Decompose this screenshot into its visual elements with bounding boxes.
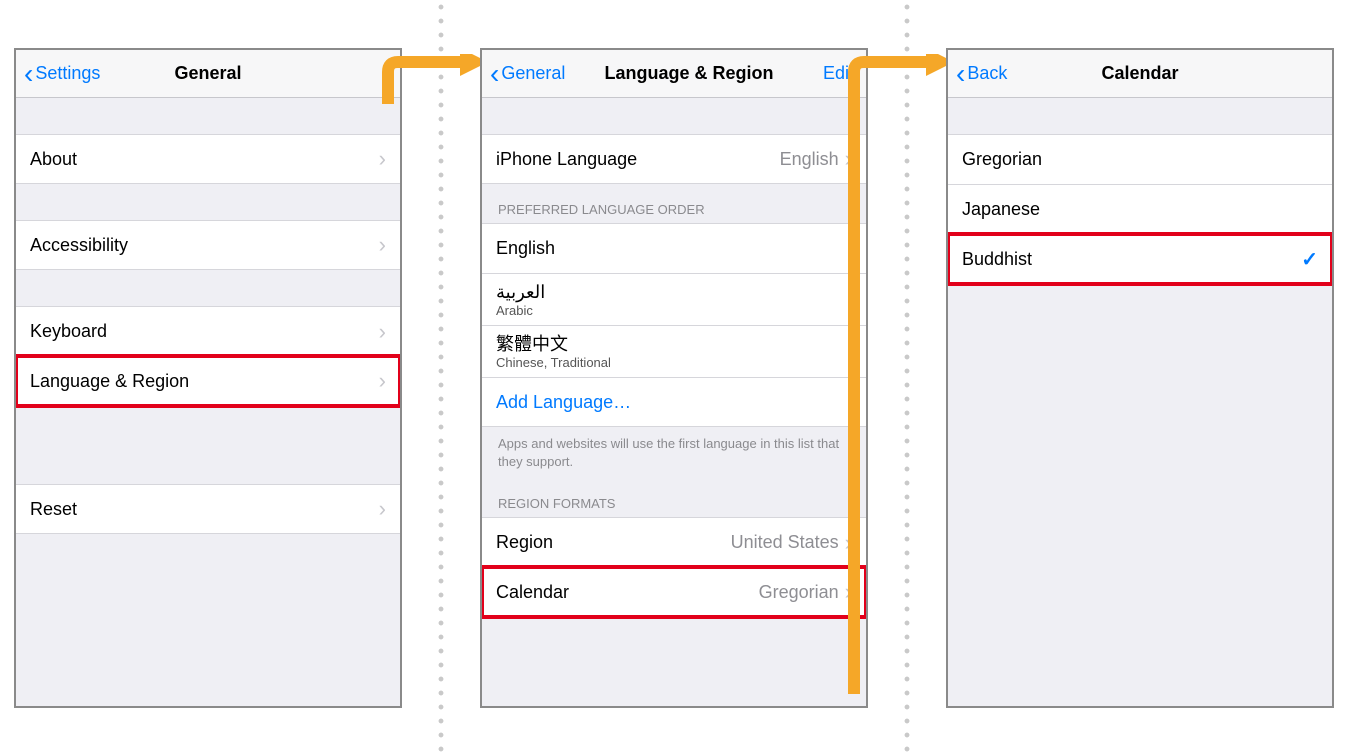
row-label: Language & Region <box>30 371 379 392</box>
row-label: iPhone Language <box>496 149 780 170</box>
row-label: English <box>496 238 852 259</box>
row-keyboard[interactable]: Keyboard › <box>16 306 400 356</box>
back-button[interactable]: ‹ Settings <box>24 60 100 88</box>
spacer <box>16 270 400 306</box>
row-option-buddhist[interactable]: Buddhist ✓ <box>948 234 1332 284</box>
divider-dots <box>438 0 444 756</box>
chevron-left-icon: ‹ <box>490 60 499 88</box>
row-about[interactable]: About › <box>16 134 400 184</box>
chevron-right-icon: › <box>379 146 386 172</box>
lang-native: 繁體中文 <box>496 334 568 356</box>
chevron-right-icon: › <box>379 496 386 522</box>
back-label: General <box>501 63 565 84</box>
lang-native: العربية <box>496 282 545 304</box>
row-language-region[interactable]: Language & Region › <box>16 356 400 406</box>
panel-calendar: ‹ Back Calendar Gregorian Japanese Buddh… <box>946 48 1334 708</box>
checkmark-icon: ✓ <box>1301 247 1318 272</box>
spacer <box>482 98 866 134</box>
row-add-language[interactable]: Add Language… <box>482 377 866 427</box>
row-label: Buddhist <box>962 249 1301 270</box>
flow-connector <box>402 48 480 708</box>
row-option-gregorian[interactable]: Gregorian <box>948 134 1332 184</box>
chevron-right-icon: › <box>379 368 386 394</box>
row-calendar[interactable]: Calendar Gregorian › <box>482 567 866 617</box>
panel-general: ‹ Settings General About › Accessibility… <box>14 48 402 708</box>
row-label: About <box>30 149 379 170</box>
row-value: Gregorian <box>759 582 839 603</box>
spacer <box>16 184 400 220</box>
row-lang-arabic[interactable]: العربية Arabic <box>482 273 866 325</box>
row-label: Accessibility <box>30 235 379 256</box>
chevron-left-icon: ‹ <box>24 60 33 88</box>
row-value: English <box>780 149 839 170</box>
row-label: Reset <box>30 499 379 520</box>
row-region[interactable]: Region United States › <box>482 517 866 567</box>
row-label: Region <box>496 532 731 553</box>
row-label: Add Language… <box>496 392 852 413</box>
back-label: Back <box>967 63 1007 84</box>
lang-sub: Chinese, Traditional <box>496 356 611 369</box>
flow-connector <box>868 48 946 708</box>
chevron-right-icon: › <box>379 319 386 345</box>
row-accessibility[interactable]: Accessibility › <box>16 220 400 270</box>
row-iphone-language[interactable]: iPhone Language English › <box>482 134 866 184</box>
chevron-right-icon: › <box>845 146 852 172</box>
tutorial-flow: ‹ Settings General About › Accessibility… <box>14 48 1334 708</box>
chevron-left-icon: ‹ <box>956 60 965 88</box>
section-header-region: REGION FORMATS <box>482 478 866 517</box>
section-header-preferred: PREFERRED LANGUAGE ORDER <box>482 184 866 223</box>
row-label: Gregorian <box>962 149 1318 170</box>
lang-sub: Arabic <box>496 304 533 317</box>
spacer <box>16 406 400 484</box>
navbar: ‹ Back Calendar <box>948 50 1332 98</box>
panel-language-region: ‹ General Language & Region Edit iPhone … <box>480 48 868 708</box>
back-button[interactable]: ‹ General <box>490 60 565 88</box>
row-reset[interactable]: Reset › <box>16 484 400 534</box>
row-option-japanese[interactable]: Japanese <box>948 184 1332 234</box>
spacer <box>948 98 1332 134</box>
row-lang-english[interactable]: English <box>482 223 866 273</box>
navbar: ‹ Settings General <box>16 50 400 98</box>
back-button[interactable]: ‹ Back <box>956 60 1007 88</box>
row-label: Keyboard <box>30 321 379 342</box>
row-lang-chinese[interactable]: 繁體中文 Chinese, Traditional <box>482 325 866 377</box>
navbar: ‹ General Language & Region Edit <box>482 50 866 98</box>
section-footer: Apps and websites will use the first lan… <box>482 427 866 478</box>
chevron-right-icon: › <box>845 579 852 605</box>
row-value: United States <box>731 532 839 553</box>
spacer <box>16 98 400 134</box>
edit-button[interactable]: Edit <box>823 63 854 84</box>
chevron-right-icon: › <box>845 530 852 556</box>
row-label: Japanese <box>962 199 1318 220</box>
divider-dots <box>904 0 910 756</box>
chevron-right-icon: › <box>379 232 386 258</box>
back-label: Settings <box>35 63 100 84</box>
row-label: Calendar <box>496 582 759 603</box>
